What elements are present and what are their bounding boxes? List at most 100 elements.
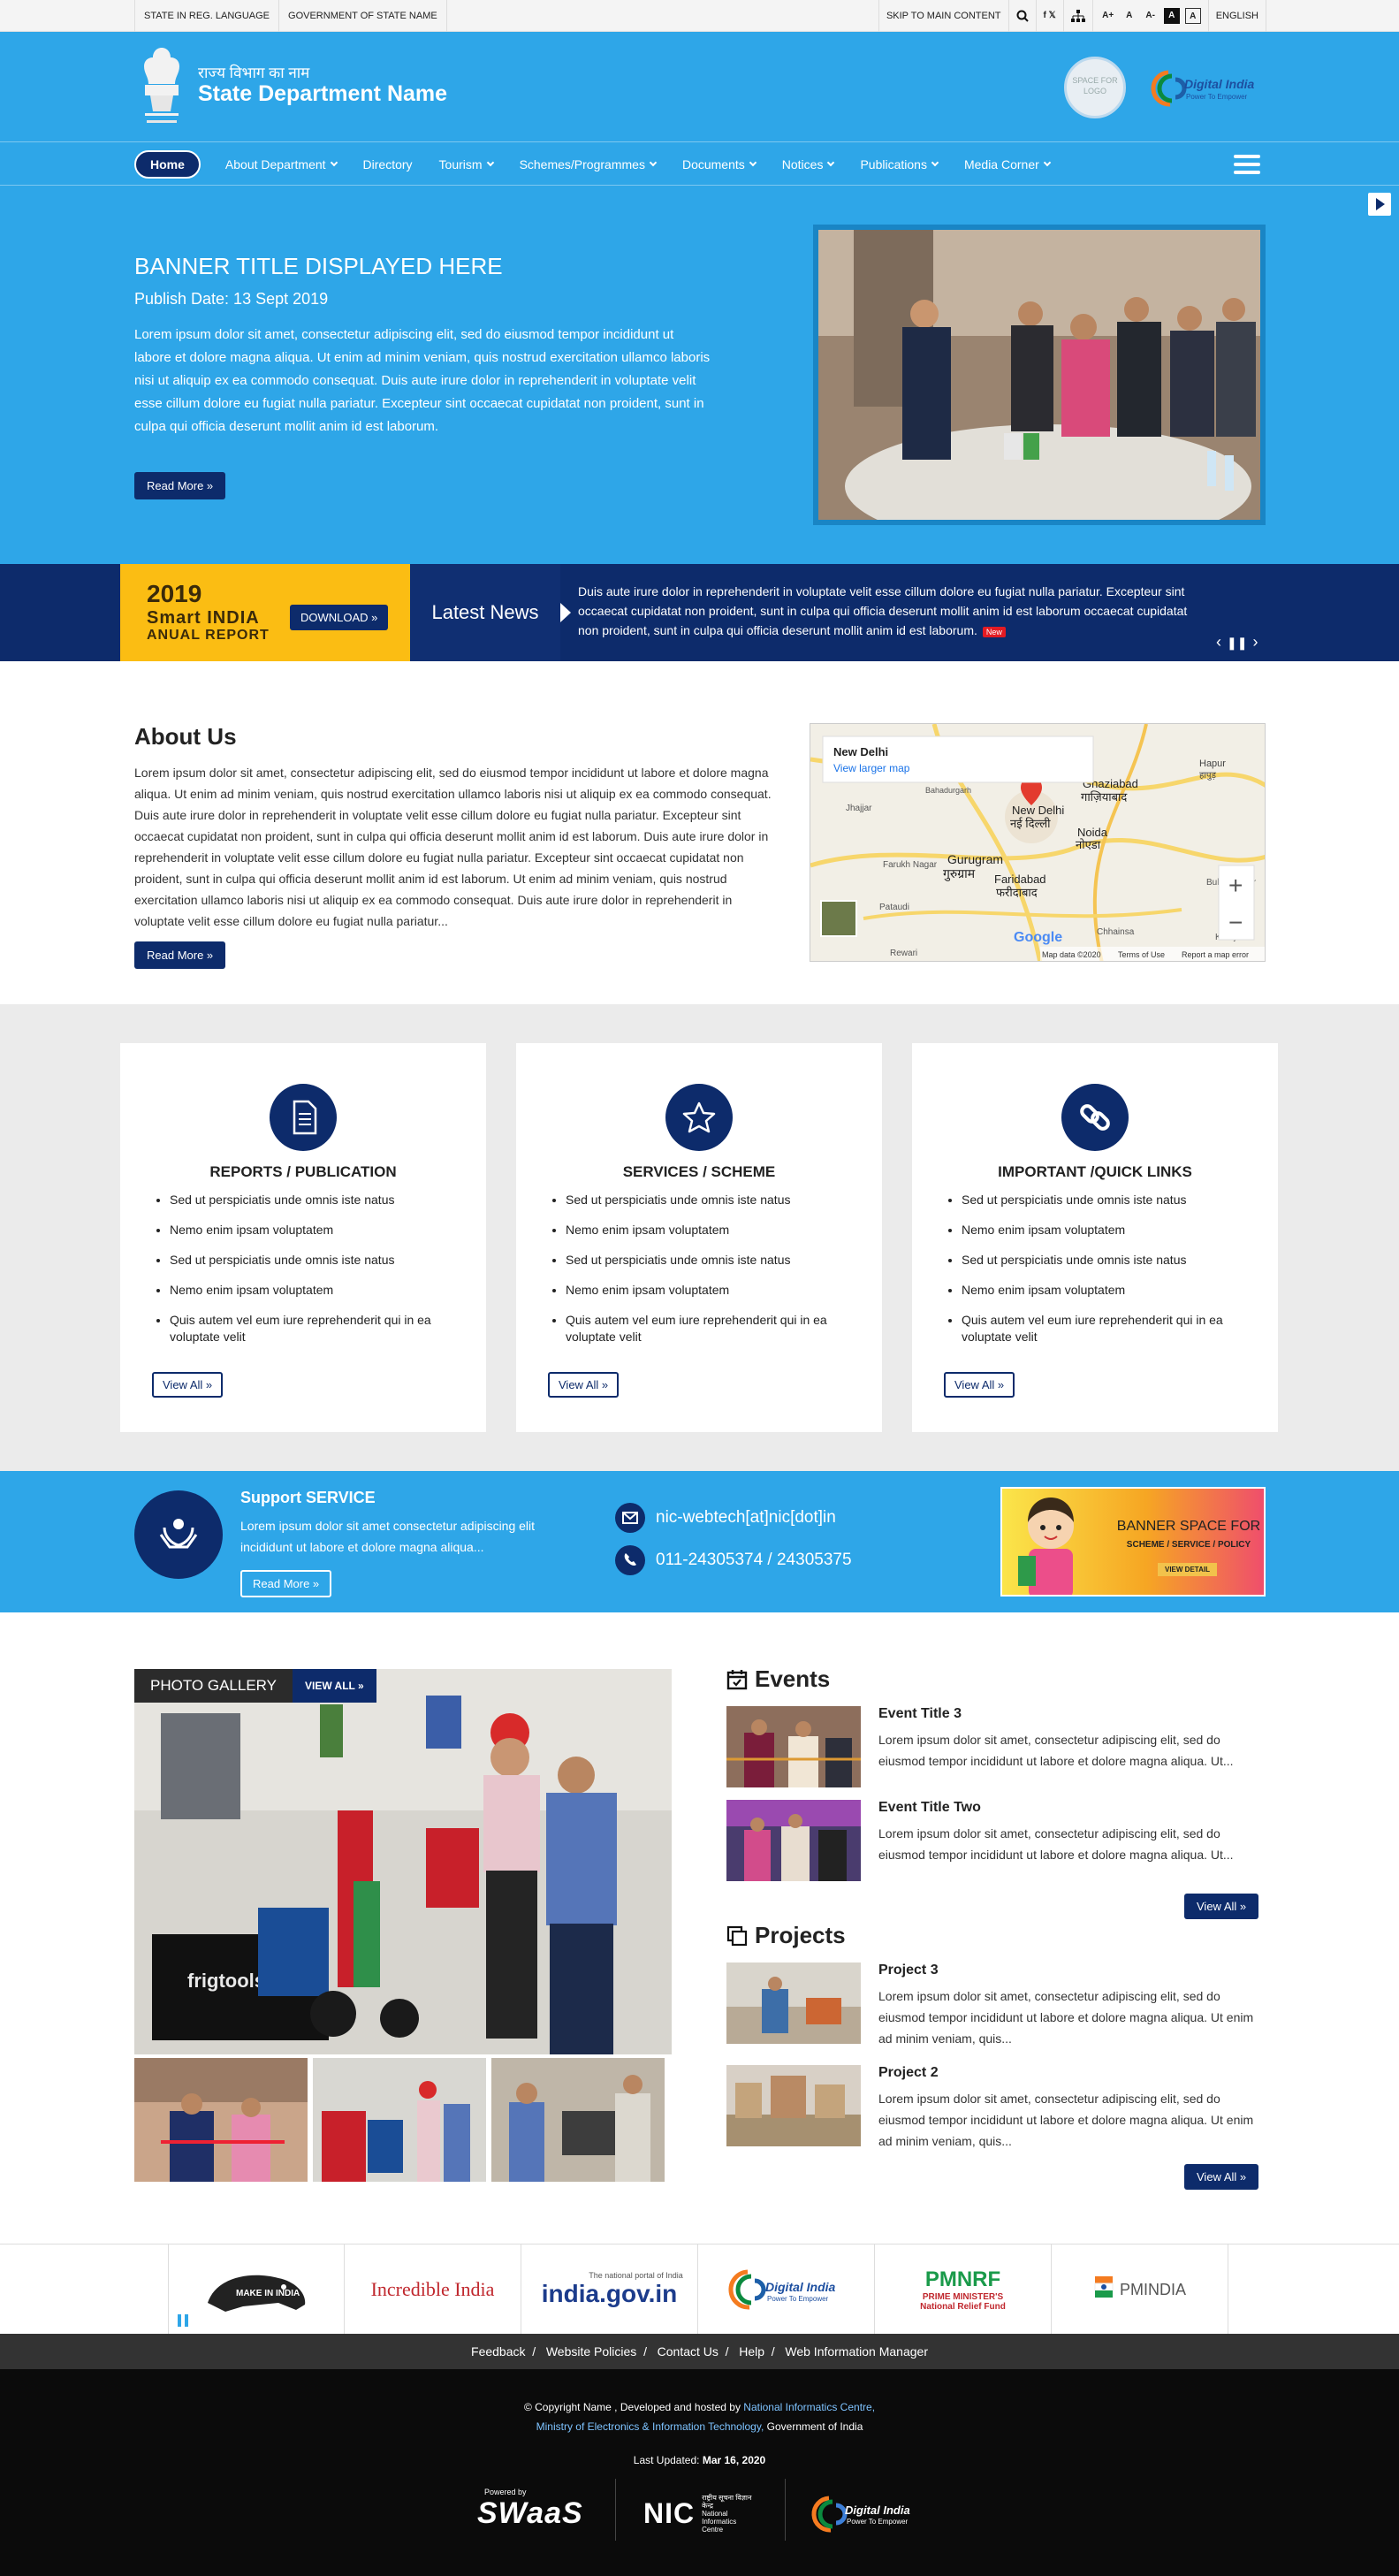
- nic-link[interactable]: National Informatics Centre,: [743, 2401, 875, 2413]
- play-slideshow-icon[interactable]: [1368, 193, 1391, 216]
- card-list-item[interactable]: Quis autem vel eum iure reprehenderit qu…: [170, 1312, 452, 1345]
- nav-label: Home: [150, 157, 185, 171]
- regional-language-link[interactable]: STATE IN REG. LANGUAGE: [134, 0, 280, 32]
- gallery-thumb[interactable]: [134, 2058, 308, 2182]
- logo-placeholder: SPACE FOR LOGO: [1064, 57, 1126, 118]
- footer-link-wim[interactable]: Web Information Manager: [785, 2344, 928, 2359]
- project-text: Lorem ipsum dolor sit amet, consectetur …: [878, 1989, 1254, 2046]
- footer-link-contact[interactable]: Contact Us: [658, 2344, 719, 2359]
- nav-notices[interactable]: Notices: [782, 157, 835, 171]
- banner-read-more-button[interactable]: Read More »: [134, 472, 226, 499]
- view-detail-button[interactable]: VIEW DETAIL: [1158, 1563, 1217, 1576]
- phone-contact[interactable]: 011-24305374 / 24305375: [615, 1545, 852, 1575]
- card-list-item[interactable]: Quis autem vel eum iure reprehenderit qu…: [962, 1312, 1244, 1345]
- card-list-item[interactable]: Sed ut perspiciatis unde omnis iste natu…: [566, 1192, 848, 1208]
- event-text: Lorem ipsum dolor sit amet, consectetur …: [878, 1733, 1234, 1768]
- scheme-banner[interactable]: BANNER SPACE FOR SCHEME / SERVICE / POLI…: [1000, 1487, 1266, 1597]
- digital-india-logo[interactable]: Digital India Power To Empower: [1149, 64, 1266, 111]
- footer-link-policies[interactable]: Website Policies: [546, 2344, 636, 2359]
- search-icon[interactable]: [1007, 0, 1036, 32]
- language-selector[interactable]: ENGLISH: [1207, 0, 1266, 32]
- card-list-item[interactable]: Sed ut perspiciatis unde omnis iste natu…: [962, 1192, 1244, 1208]
- sitemap-icon[interactable]: [1062, 0, 1092, 32]
- make-in-india-logo[interactable]: MAKE IN INDIA: [168, 2244, 345, 2335]
- project-item[interactable]: Project 2 Lorem ipsum dolor sit amet, co…: [726, 2065, 1266, 2148]
- card-list-item[interactable]: Nemo enim ipsam voluptatem: [962, 1282, 1244, 1299]
- projects-view-all-button[interactable]: View All »: [1184, 2164, 1259, 2190]
- powered-by-label: Powered by: [484, 2488, 527, 2496]
- photo-gallery-main[interactable]: frigtools: [134, 1669, 672, 2054]
- nav-label: Documents: [681, 157, 745, 171]
- view-larger-map-link[interactable]: View larger map: [833, 762, 910, 774]
- hamburger-menu-icon[interactable]: [1234, 155, 1260, 174]
- meity-link[interactable]: Ministry of Electronics & Information Te…: [536, 2420, 764, 2433]
- events-heading: Events: [726, 1665, 830, 1693]
- nic-logo[interactable]: NIC राष्ट्रीय सूचना विज्ञान केन्द्र Natio…: [643, 2491, 767, 2535]
- card-list-item[interactable]: Sed ut perspiciatis unde omnis iste natu…: [170, 1192, 452, 1208]
- nav-directory[interactable]: Directory: [363, 157, 413, 171]
- pmnrf-logo[interactable]: PMNRF PRIME MINISTER'S National Relief F…: [875, 2244, 1052, 2335]
- nav-media-corner[interactable]: Media Corner: [964, 157, 1052, 171]
- download-report-button[interactable]: DOWNLOAD »: [290, 605, 389, 630]
- events-view-all-button[interactable]: View All »: [1184, 1894, 1259, 1919]
- nav-documents[interactable]: Documents: [681, 157, 757, 171]
- card-list-item[interactable]: Sed ut perspiciatis unde omnis iste natu…: [962, 1252, 1244, 1269]
- email-contact[interactable]: nic-webtech[at]nic[dot]in: [615, 1503, 836, 1533]
- font-decrease-button[interactable]: A-: [1143, 8, 1159, 24]
- card-list-item[interactable]: Nemo enim ipsam voluptatem: [962, 1222, 1244, 1238]
- card-list-item[interactable]: Nemo enim ipsam voluptatem: [170, 1222, 452, 1238]
- font-normal-button[interactable]: A: [1121, 8, 1137, 24]
- swaas-logo[interactable]: Powered by SWaaS: [477, 2488, 583, 2541]
- gallery-thumb[interactable]: [491, 2058, 665, 2182]
- gallery-view-all-button[interactable]: VIEW ALL »: [292, 1669, 376, 1703]
- footer-link-feedback[interactable]: Feedback: [471, 2344, 525, 2359]
- previous-icon[interactable]: ‹: [1216, 633, 1221, 652]
- project-item[interactable]: Project 3 Lorem ipsum dolor sit amet, co…: [726, 1962, 1266, 2046]
- card-list-item[interactable]: Nemo enim ipsam voluptatem: [170, 1282, 452, 1299]
- footer-digital-india-logo[interactable]: Digital IndiaPower To Empower: [810, 2491, 924, 2535]
- nic-full-name: National Informatics Centre: [702, 2509, 737, 2534]
- map-report-link[interactable]: Report a map error: [1182, 950, 1249, 959]
- dept-name[interactable]: State Department Name: [198, 81, 447, 107]
- svg-text:Digital India: Digital India: [1184, 77, 1255, 91]
- card-list-item[interactable]: Nemo enim ipsam voluptatem: [566, 1282, 848, 1299]
- nav-publications[interactable]: Publications: [860, 157, 939, 171]
- view-all-links-button[interactable]: View All »: [944, 1372, 1015, 1398]
- copyright-label: © Copyright Name , Developed and hosted …: [523, 2401, 741, 2413]
- zoom-out-button[interactable]: −: [1228, 909, 1243, 936]
- gallery-thumb[interactable]: [313, 2058, 486, 2182]
- map-terms-link[interactable]: Terms of Use: [1118, 950, 1165, 959]
- nav-schemes[interactable]: Schemes/Programmes: [520, 157, 658, 171]
- state-government-link[interactable]: GOVERNMENT OF STATE NAME: [279, 0, 447, 32]
- pmindia-logo[interactable]: PMINDIA: [1052, 2244, 1228, 2335]
- card-list-item[interactable]: Sed ut perspiciatis unde omnis iste natu…: [566, 1252, 848, 1269]
- skip-to-main-link[interactable]: SKIP TO MAIN CONTENT: [878, 0, 1008, 32]
- event-item[interactable]: Event Title 3 Lorem ipsum dolor sit amet…: [726, 1706, 1266, 1789]
- dark-contrast-button[interactable]: A: [1163, 8, 1180, 24]
- incredible-india-logo[interactable]: Incredible India: [345, 2244, 521, 2335]
- nav-about-department[interactable]: About Department: [225, 157, 338, 171]
- light-contrast-button[interactable]: A: [1184, 8, 1201, 24]
- satellite-toggle[interactable]: [820, 900, 857, 937]
- event-item[interactable]: Event Title Two Lorem ipsum dolor sit am…: [726, 1800, 1266, 1883]
- nav-home[interactable]: Home: [134, 150, 201, 179]
- view-all-services-button[interactable]: View All »: [548, 1372, 620, 1398]
- india-gov-logo[interactable]: The national portal of India india.gov.i…: [521, 2244, 698, 2335]
- support-read-more-button[interactable]: Read More »: [240, 1570, 332, 1597]
- pause-carousel-icon[interactable]: [177, 2313, 189, 2328]
- next-icon[interactable]: ›: [1252, 633, 1258, 652]
- digital-india-partner-logo[interactable]: Digital India Power To Empower: [698, 2244, 875, 2335]
- card-list-item[interactable]: Sed ut perspiciatis unde omnis iste natu…: [170, 1252, 452, 1269]
- view-all-reports-button[interactable]: View All »: [152, 1372, 224, 1398]
- social-icon[interactable]: f 𝕏: [1035, 0, 1063, 32]
- zoom-in-button[interactable]: +: [1228, 872, 1243, 899]
- font-increase-button[interactable]: A+: [1100, 8, 1116, 24]
- pause-icon[interactable]: ❚❚: [1227, 633, 1247, 652]
- footer-link-help[interactable]: Help: [739, 2344, 764, 2359]
- card-list-item[interactable]: Quis autem vel eum iure reprehenderit qu…: [566, 1312, 848, 1345]
- card-list-item[interactable]: Nemo enim ipsam voluptatem: [566, 1222, 848, 1238]
- news-ticker-text[interactable]: Duis aute irure dolor in reprehenderit i…: [578, 582, 1205, 642]
- nav-tourism[interactable]: Tourism: [439, 157, 494, 171]
- about-read-more-button[interactable]: Read More »: [134, 941, 226, 969]
- embedded-map[interactable]: New Delhi नई दिल्ली Ghaziabad गाज़ियाबाद…: [810, 723, 1266, 962]
